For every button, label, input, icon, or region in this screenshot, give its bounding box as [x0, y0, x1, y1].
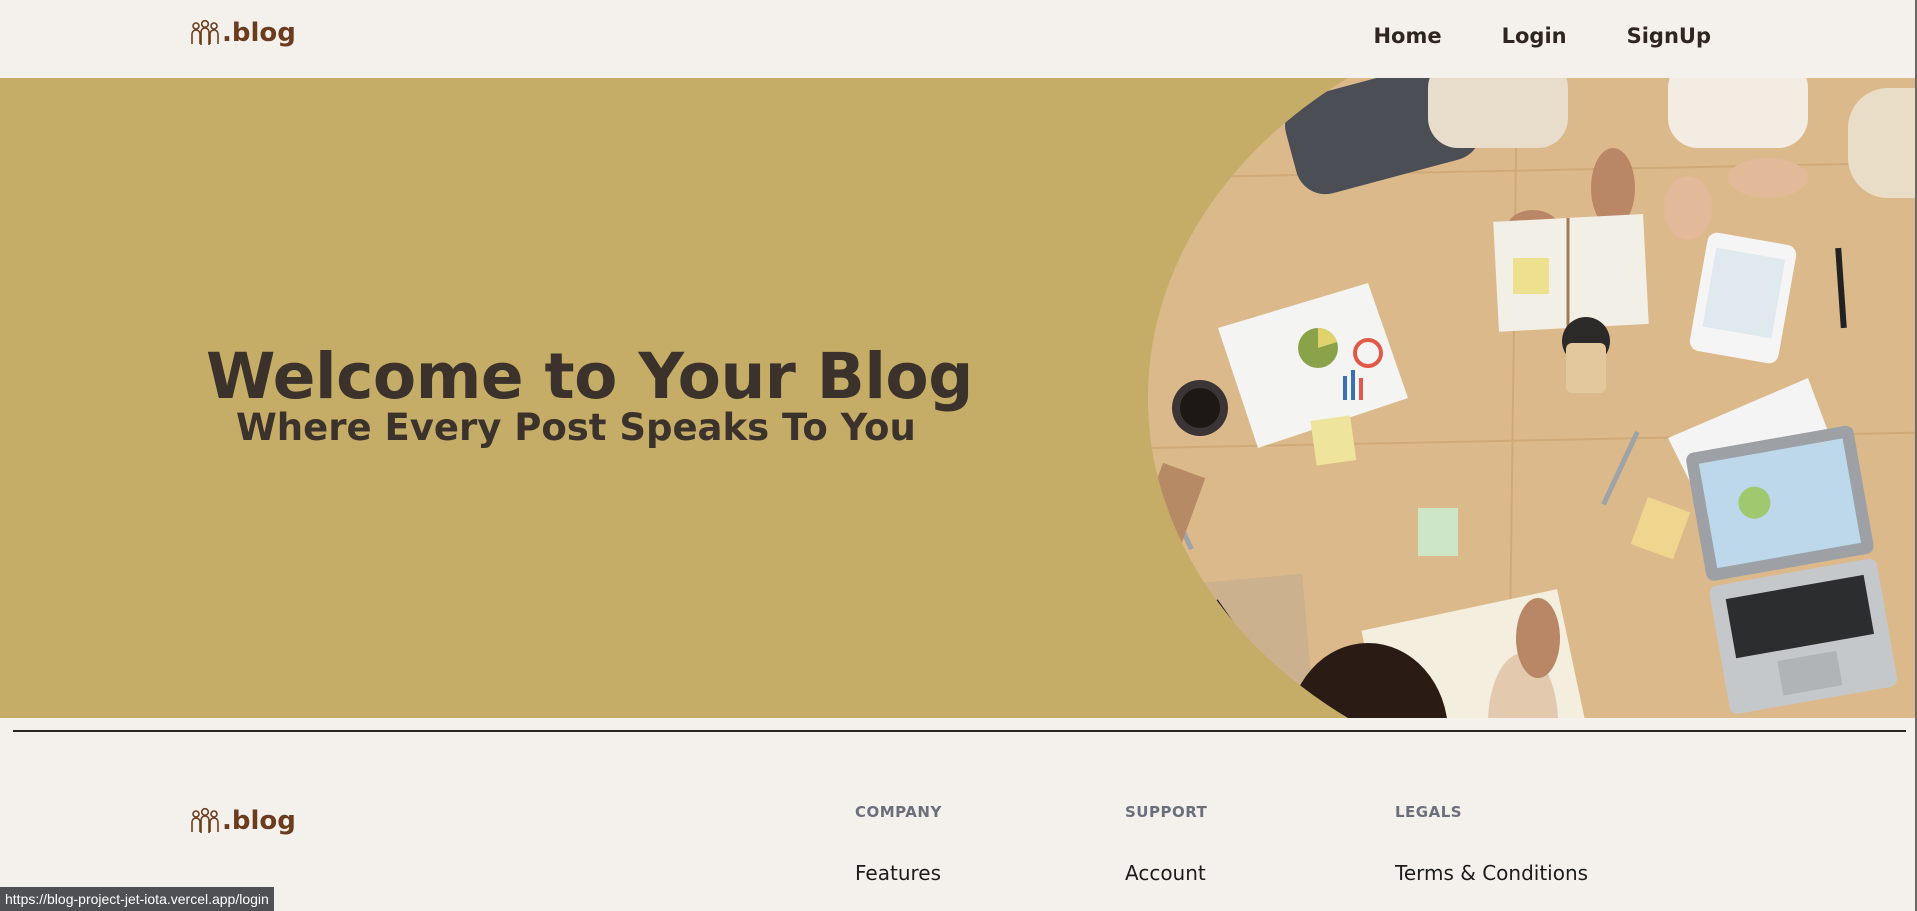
hero-title: Welcome to Your Blog [206, 340, 973, 413]
nav-home[interactable]: Home [1373, 24, 1441, 48]
footer-link-features[interactable]: Features [855, 861, 942, 885]
main-nav: Home Login SignUp [1373, 24, 1711, 48]
footer-heading-support: SUPPORT [1125, 803, 1208, 821]
nav-signup[interactable]: SignUp [1627, 24, 1711, 48]
link-preview-status: https://blog-project-jet-iota.vercel.app… [0, 887, 274, 911]
team-people-icon [191, 19, 219, 45]
section-divider [13, 730, 1906, 732]
footer-column-legals: LEGALS Terms & Conditions [1395, 803, 1588, 885]
hero-team-meeting-photo [1148, 78, 1917, 718]
footer-logo[interactable]: .blog [190, 806, 296, 836]
hero-text: Welcome to Your Blog Where Every Post Sp… [0, 78, 1100, 718]
site-header: .blog Home Login SignUp [0, 0, 1917, 78]
footer-link-account[interactable]: Account [1125, 861, 1207, 885]
photo-illustration [1148, 78, 1917, 718]
footer-heading-legals: LEGALS [1395, 803, 1463, 821]
hero-section: Welcome to Your Blog Where Every Post Sp… [0, 78, 1917, 718]
nav-login[interactable]: Login [1502, 24, 1567, 48]
footer-link-terms[interactable]: Terms & Conditions [1395, 861, 1588, 885]
hero-subtitle: Where Every Post Speaks To You [236, 406, 916, 449]
team-people-icon [191, 807, 219, 833]
logo-text: .blog [222, 806, 296, 836]
footer-column-support: SUPPORT Account [1125, 803, 1207, 885]
footer-heading-company: COMPANY [855, 803, 942, 821]
header-logo[interactable]: .blog [190, 18, 296, 48]
logo-text: .blog [222, 18, 296, 48]
footer-column-company: COMPANY Features [855, 803, 942, 885]
